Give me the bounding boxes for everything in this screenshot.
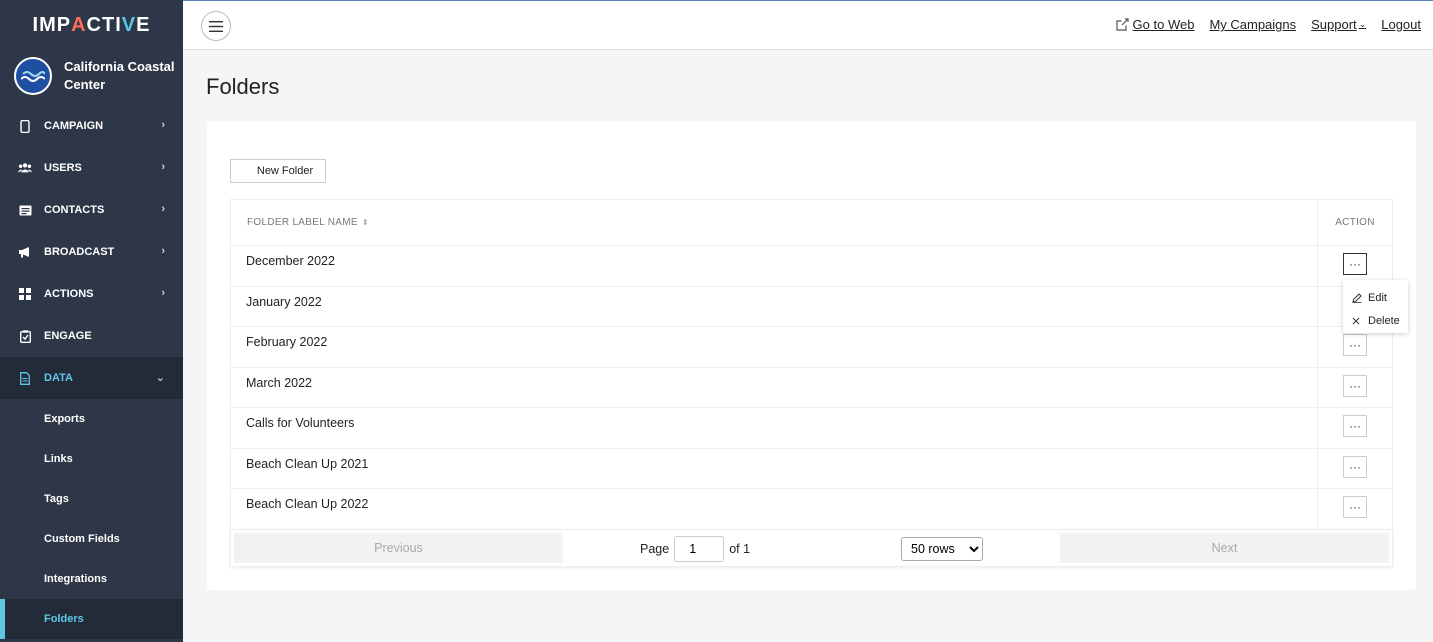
sidebar-item-folders[interactable]: Folders bbox=[0, 599, 183, 639]
org-switcher[interactable]: California Coastal Center bbox=[0, 50, 183, 102]
chevron-down-icon: ⌄ bbox=[155, 372, 165, 384]
chevron-right-icon: › bbox=[161, 287, 165, 299]
table-row: Beach Clean Up 2021 ··· bbox=[231, 448, 1392, 489]
logout-link[interactable]: Logout bbox=[1381, 17, 1421, 32]
folder-name: Beach Clean Up 2022 bbox=[231, 489, 1318, 530]
column-header-folder-label-name[interactable]: FOLDER LABEL NAME ⬍ bbox=[231, 200, 1318, 245]
sidebar-item-broadcast[interactable]: BROADCAST › bbox=[0, 231, 183, 273]
megaphone-icon bbox=[18, 245, 32, 259]
chevron-right-icon: › bbox=[161, 119, 165, 131]
menu-item-delete[interactable]: Delete bbox=[1343, 309, 1408, 332]
sidebar-item-custom-fields[interactable]: Custom Fields bbox=[0, 519, 183, 559]
grid-icon bbox=[18, 287, 32, 301]
next-page-button[interactable]: Next bbox=[1060, 533, 1389, 563]
external-link-icon bbox=[1115, 18, 1129, 31]
row-actions-button[interactable]: ··· bbox=[1343, 455, 1367, 478]
row-actions-button[interactable]: ··· bbox=[1343, 374, 1367, 397]
top-bar: Go to Web My Campaigns Support ⌄ Logout bbox=[183, 0, 1433, 50]
sidebar-item-links[interactable]: Links bbox=[0, 439, 183, 479]
rows-per-page-select[interactable]: 50 rows bbox=[901, 537, 983, 561]
pencil-icon bbox=[1352, 292, 1362, 303]
sidebar-item-users[interactable]: USERS › bbox=[0, 147, 183, 189]
data-subnav: Exports Links Tags Custom Fields Integra… bbox=[0, 399, 183, 639]
logo-text-e: E bbox=[136, 13, 151, 36]
org-avatar bbox=[14, 57, 52, 95]
sidebar: IMP A C TI V E California Coastal Center CAMP… bbox=[0, 0, 183, 642]
phone-icon bbox=[18, 119, 32, 133]
folder-name: Calls for Volunteers bbox=[231, 408, 1318, 448]
pagination-bar: Previous Page of 1 50 rows Next bbox=[230, 529, 1393, 567]
row-actions-button[interactable]: ··· bbox=[1343, 253, 1367, 275]
support-dropdown[interactable]: Support ⌄ bbox=[1311, 17, 1366, 32]
hamburger-icon bbox=[209, 20, 223, 32]
logo-text-ti: TI bbox=[102, 13, 122, 36]
table-row: March 2022 ··· bbox=[231, 367, 1392, 408]
impactive-logo[interactable]: IMP A C TI V E bbox=[0, 0, 183, 50]
page-title: Folders bbox=[206, 74, 280, 99]
chevron-right-icon: › bbox=[161, 161, 165, 173]
header-links: Go to Web My Campaigns Support ⌄ Logout bbox=[1101, 17, 1421, 32]
folders-table: FOLDER LABEL NAME ⬍ ACTION December 2022… bbox=[230, 199, 1393, 531]
sidebar-item-data[interactable]: DATA ⌄ bbox=[0, 357, 183, 399]
users-icon bbox=[18, 161, 32, 175]
column-header-action: ACTION bbox=[1335, 217, 1375, 228]
folder-name: December 2022 bbox=[231, 246, 1318, 286]
sidebar-item-exports[interactable]: Exports bbox=[0, 399, 183, 439]
logo-text-c: C bbox=[86, 13, 102, 36]
chevron-right-icon: › bbox=[161, 245, 165, 257]
sidebar-item-actions[interactable]: ACTIONS › bbox=[0, 273, 183, 315]
folder-name: Beach Clean Up 2021 bbox=[231, 448, 1318, 488]
chevron-down-icon: ⌄ bbox=[1358, 19, 1367, 29]
table-header: FOLDER LABEL NAME ⬍ ACTION bbox=[231, 200, 1392, 246]
sidebar-item-integrations[interactable]: Integrations bbox=[0, 559, 183, 599]
logo-text-imp: IMP bbox=[32, 13, 72, 36]
page-info: Page of 1 bbox=[640, 536, 750, 562]
wave-icon bbox=[21, 71, 45, 82]
close-icon bbox=[1352, 317, 1362, 325]
chevron-right-icon: › bbox=[161, 203, 165, 215]
row-actions-menu: Edit Delete bbox=[1343, 280, 1408, 333]
table-row: Beach Clean Up 2022 ··· bbox=[231, 489, 1392, 530]
logo-text-a: A bbox=[71, 13, 87, 36]
org-name: California Coastal Center bbox=[64, 59, 175, 92]
new-folder-button[interactable]: New Folder bbox=[230, 159, 326, 183]
folder-name: January 2022 bbox=[231, 286, 1318, 326]
row-actions-button[interactable]: ··· bbox=[1343, 334, 1367, 356]
go-to-web-link[interactable]: Go to Web bbox=[1115, 17, 1194, 32]
clipboard-icon bbox=[18, 329, 32, 343]
folders-card: New Folder FOLDER LABEL NAME ⬍ ACTION De… bbox=[207, 121, 1416, 590]
table-row: February 2022 ··· bbox=[231, 327, 1392, 368]
menu-toggle-button[interactable] bbox=[201, 11, 231, 41]
sidebar-item-contacts[interactable]: CONTACTS › bbox=[0, 189, 183, 231]
table-row: Calls for Volunteers ··· bbox=[231, 408, 1392, 449]
previous-page-button[interactable]: Previous bbox=[234, 533, 563, 563]
table-row: December 2022 ··· bbox=[231, 246, 1392, 287]
sort-icon: ⬍ bbox=[361, 218, 369, 227]
sidebar-item-tags[interactable]: Tags bbox=[0, 479, 183, 519]
document-icon bbox=[18, 371, 32, 385]
page-number-input[interactable] bbox=[674, 536, 725, 562]
sidebar-nav: CAMPAIGN › USERS › CONTACTS › BROADCAST › AC… bbox=[0, 105, 183, 399]
sidebar-item-campaign[interactable]: CAMPAIGN › bbox=[0, 105, 183, 147]
row-actions-button[interactable]: ··· bbox=[1343, 415, 1367, 437]
sidebar-item-engage[interactable]: ENGAGE bbox=[0, 315, 183, 357]
row-actions-button[interactable]: ··· bbox=[1343, 496, 1367, 518]
logo-text-v: V bbox=[121, 13, 137, 36]
my-campaigns-link[interactable]: My Campaigns bbox=[1209, 17, 1296, 32]
table-row: January 2022 ··· bbox=[231, 286, 1392, 327]
folder-name: March 2022 bbox=[231, 367, 1318, 407]
contacts-icon bbox=[18, 203, 32, 217]
folder-name: February 2022 bbox=[231, 327, 1318, 367]
menu-item-edit[interactable]: Edit bbox=[1343, 286, 1408, 309]
